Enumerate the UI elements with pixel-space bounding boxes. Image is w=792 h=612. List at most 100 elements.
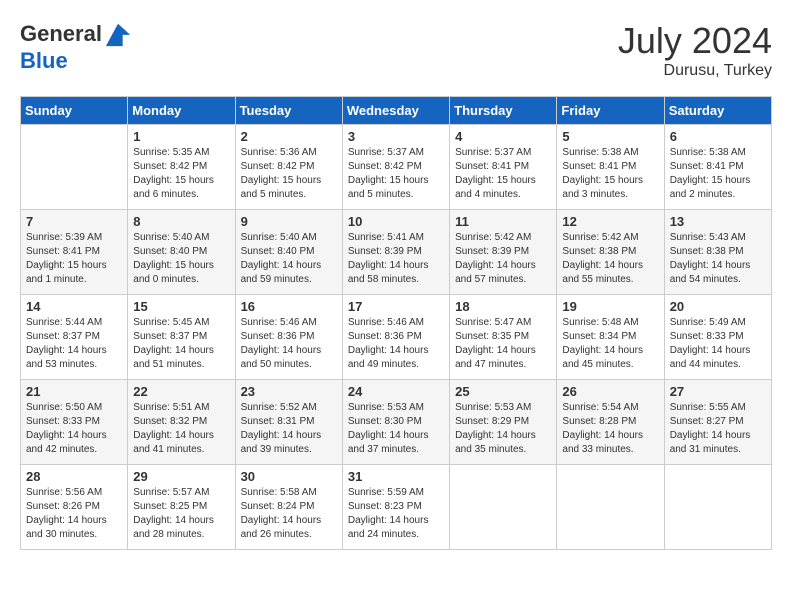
calendar-cell: 19 Sunrise: 5:48 AMSunset: 8:34 PMDaylig… xyxy=(557,295,664,380)
day-info: Sunrise: 5:46 AMSunset: 8:36 PMDaylight:… xyxy=(241,316,337,372)
day-number: 27 xyxy=(670,384,766,399)
day-number: 31 xyxy=(348,469,444,484)
calendar-cell xyxy=(557,465,664,550)
day-number: 29 xyxy=(133,469,229,484)
day-info: Sunrise: 5:57 AMSunset: 8:25 PMDaylight:… xyxy=(133,486,229,542)
logo: General Blue xyxy=(20,20,132,74)
calendar-cell: 11 Sunrise: 5:42 AMSunset: 8:39 PMDaylig… xyxy=(450,210,557,295)
day-number: 8 xyxy=(133,214,229,229)
day-number: 1 xyxy=(133,129,229,144)
day-info: Sunrise: 5:42 AMSunset: 8:39 PMDaylight:… xyxy=(455,231,551,287)
calendar-cell: 17 Sunrise: 5:46 AMSunset: 8:36 PMDaylig… xyxy=(342,295,449,380)
day-info: Sunrise: 5:53 AMSunset: 8:29 PMDaylight:… xyxy=(455,401,551,457)
day-info: Sunrise: 5:37 AMSunset: 8:41 PMDaylight:… xyxy=(455,146,551,202)
logo-blue: Blue xyxy=(20,48,68,74)
day-info: Sunrise: 5:55 AMSunset: 8:27 PMDaylight:… xyxy=(670,401,766,457)
day-info: Sunrise: 5:38 AMSunset: 8:41 PMDaylight:… xyxy=(562,146,658,202)
day-number: 12 xyxy=(562,214,658,229)
calendar-cell: 29 Sunrise: 5:57 AMSunset: 8:25 PMDaylig… xyxy=(128,465,235,550)
calendar-week-5: 28 Sunrise: 5:56 AMSunset: 8:26 PMDaylig… xyxy=(21,465,772,550)
day-info: Sunrise: 5:58 AMSunset: 8:24 PMDaylight:… xyxy=(241,486,337,542)
calendar-cell: 9 Sunrise: 5:40 AMSunset: 8:40 PMDayligh… xyxy=(235,210,342,295)
calendar-cell: 10 Sunrise: 5:41 AMSunset: 8:39 PMDaylig… xyxy=(342,210,449,295)
day-info: Sunrise: 5:53 AMSunset: 8:30 PMDaylight:… xyxy=(348,401,444,457)
calendar-week-1: 1 Sunrise: 5:35 AMSunset: 8:42 PMDayligh… xyxy=(21,125,772,210)
calendar-cell: 5 Sunrise: 5:38 AMSunset: 8:41 PMDayligh… xyxy=(557,125,664,210)
header-thursday: Thursday xyxy=(450,97,557,125)
calendar-cell: 28 Sunrise: 5:56 AMSunset: 8:26 PMDaylig… xyxy=(21,465,128,550)
logo-icon xyxy=(104,20,132,48)
day-info: Sunrise: 5:56 AMSunset: 8:26 PMDaylight:… xyxy=(26,486,122,542)
day-info: Sunrise: 5:40 AMSunset: 8:40 PMDaylight:… xyxy=(241,231,337,287)
day-number: 21 xyxy=(26,384,122,399)
day-info: Sunrise: 5:41 AMSunset: 8:39 PMDaylight:… xyxy=(348,231,444,287)
day-number: 13 xyxy=(670,214,766,229)
header-saturday: Saturday xyxy=(664,97,771,125)
day-info: Sunrise: 5:40 AMSunset: 8:40 PMDaylight:… xyxy=(133,231,229,287)
logo-general: General xyxy=(20,21,102,47)
day-info: Sunrise: 5:35 AMSunset: 8:42 PMDaylight:… xyxy=(133,146,229,202)
day-number: 25 xyxy=(455,384,551,399)
calendar-cell: 7 Sunrise: 5:39 AMSunset: 8:41 PMDayligh… xyxy=(21,210,128,295)
calendar-cell: 6 Sunrise: 5:38 AMSunset: 8:41 PMDayligh… xyxy=(664,125,771,210)
calendar-cell: 22 Sunrise: 5:51 AMSunset: 8:32 PMDaylig… xyxy=(128,380,235,465)
header-sunday: Sunday xyxy=(21,97,128,125)
calendar-cell: 3 Sunrise: 5:37 AMSunset: 8:42 PMDayligh… xyxy=(342,125,449,210)
day-number: 30 xyxy=(241,469,337,484)
calendar-cell: 15 Sunrise: 5:45 AMSunset: 8:37 PMDaylig… xyxy=(128,295,235,380)
location: Durusu, Turkey xyxy=(618,62,772,80)
day-info: Sunrise: 5:38 AMSunset: 8:41 PMDaylight:… xyxy=(670,146,766,202)
day-info: Sunrise: 5:42 AMSunset: 8:38 PMDaylight:… xyxy=(562,231,658,287)
header-monday: Monday xyxy=(128,97,235,125)
calendar-cell: 20 Sunrise: 5:49 AMSunset: 8:33 PMDaylig… xyxy=(664,295,771,380)
calendar-cell: 14 Sunrise: 5:44 AMSunset: 8:37 PMDaylig… xyxy=(21,295,128,380)
calendar-cell: 4 Sunrise: 5:37 AMSunset: 8:41 PMDayligh… xyxy=(450,125,557,210)
day-number: 9 xyxy=(241,214,337,229)
header-wednesday: Wednesday xyxy=(342,97,449,125)
day-number: 17 xyxy=(348,299,444,314)
day-number: 6 xyxy=(670,129,766,144)
day-info: Sunrise: 5:46 AMSunset: 8:36 PMDaylight:… xyxy=(348,316,444,372)
day-number: 5 xyxy=(562,129,658,144)
day-number: 3 xyxy=(348,129,444,144)
day-info: Sunrise: 5:39 AMSunset: 8:41 PMDaylight:… xyxy=(26,231,122,287)
page-header: General Blue July 2024 Durusu, Turkey xyxy=(20,20,772,80)
day-number: 19 xyxy=(562,299,658,314)
calendar-header-row: Sunday Monday Tuesday Wednesday Thursday… xyxy=(21,97,772,125)
day-number: 26 xyxy=(562,384,658,399)
calendar-cell: 13 Sunrise: 5:43 AMSunset: 8:38 PMDaylig… xyxy=(664,210,771,295)
day-number: 11 xyxy=(455,214,551,229)
day-info: Sunrise: 5:48 AMSunset: 8:34 PMDaylight:… xyxy=(562,316,658,372)
day-info: Sunrise: 5:49 AMSunset: 8:33 PMDaylight:… xyxy=(670,316,766,372)
day-number: 18 xyxy=(455,299,551,314)
day-number: 15 xyxy=(133,299,229,314)
day-info: Sunrise: 5:51 AMSunset: 8:32 PMDaylight:… xyxy=(133,401,229,457)
day-number: 24 xyxy=(348,384,444,399)
calendar-cell: 26 Sunrise: 5:54 AMSunset: 8:28 PMDaylig… xyxy=(557,380,664,465)
day-info: Sunrise: 5:47 AMSunset: 8:35 PMDaylight:… xyxy=(455,316,551,372)
calendar-cell: 21 Sunrise: 5:50 AMSunset: 8:33 PMDaylig… xyxy=(21,380,128,465)
day-info: Sunrise: 5:45 AMSunset: 8:37 PMDaylight:… xyxy=(133,316,229,372)
calendar-cell: 23 Sunrise: 5:52 AMSunset: 8:31 PMDaylig… xyxy=(235,380,342,465)
calendar-cell: 1 Sunrise: 5:35 AMSunset: 8:42 PMDayligh… xyxy=(128,125,235,210)
calendar-cell: 30 Sunrise: 5:58 AMSunset: 8:24 PMDaylig… xyxy=(235,465,342,550)
calendar-week-2: 7 Sunrise: 5:39 AMSunset: 8:41 PMDayligh… xyxy=(21,210,772,295)
calendar-cell xyxy=(664,465,771,550)
calendar-table: Sunday Monday Tuesday Wednesday Thursday… xyxy=(20,96,772,550)
day-number: 14 xyxy=(26,299,122,314)
calendar-cell: 8 Sunrise: 5:40 AMSunset: 8:40 PMDayligh… xyxy=(128,210,235,295)
calendar-week-3: 14 Sunrise: 5:44 AMSunset: 8:37 PMDaylig… xyxy=(21,295,772,380)
header-tuesday: Tuesday xyxy=(235,97,342,125)
day-number: 2 xyxy=(241,129,337,144)
day-info: Sunrise: 5:43 AMSunset: 8:38 PMDaylight:… xyxy=(670,231,766,287)
header-friday: Friday xyxy=(557,97,664,125)
day-info: Sunrise: 5:52 AMSunset: 8:31 PMDaylight:… xyxy=(241,401,337,457)
day-number: 28 xyxy=(26,469,122,484)
calendar-cell xyxy=(450,465,557,550)
day-number: 23 xyxy=(241,384,337,399)
calendar-cell: 16 Sunrise: 5:46 AMSunset: 8:36 PMDaylig… xyxy=(235,295,342,380)
month-title: July 2024 xyxy=(618,20,772,62)
calendar-cell: 27 Sunrise: 5:55 AMSunset: 8:27 PMDaylig… xyxy=(664,380,771,465)
day-info: Sunrise: 5:36 AMSunset: 8:42 PMDaylight:… xyxy=(241,146,337,202)
day-info: Sunrise: 5:59 AMSunset: 8:23 PMDaylight:… xyxy=(348,486,444,542)
